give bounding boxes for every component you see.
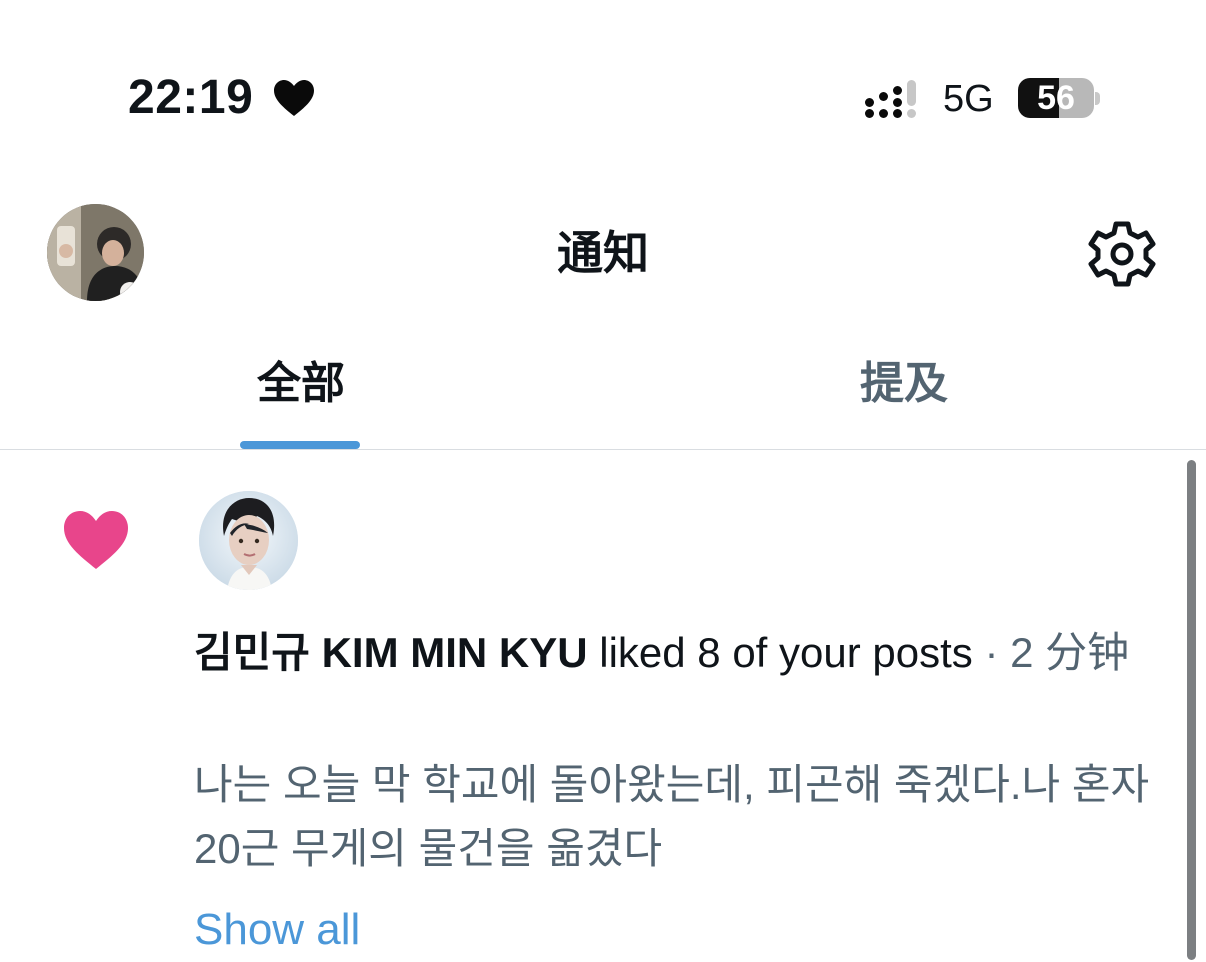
- user-avatar[interactable]: [199, 491, 298, 590]
- heart-icon: [64, 511, 128, 569]
- network-type: 5G: [943, 78, 994, 120]
- battery-level: 56: [1037, 79, 1075, 117]
- battery-cap: [1095, 92, 1100, 105]
- liked-post-preview: 나는 오늘 막 학교에 돌아왔는데, 피곤해 죽겠다.나 혼자 20근 무게의 …: [194, 761, 1150, 872]
- gear-icon[interactable]: [1088, 220, 1156, 288]
- notification-action: liked 8 of your posts: [599, 629, 973, 676]
- battery-icon: 56: [1018, 78, 1094, 118]
- notification-time: · 2 分钟: [984, 629, 1130, 676]
- page-title: 通知: [557, 227, 649, 279]
- scrollbar[interactable]: [1187, 460, 1196, 960]
- heart-icon: [274, 80, 314, 116]
- status-time: 22:19: [128, 71, 254, 124]
- notification-user-name[interactable]: 김민규 KIM MIN KYU: [194, 629, 588, 676]
- divider: [0, 449, 1206, 450]
- tab-mentions[interactable]: 提及: [804, 355, 1004, 413]
- show-all-link[interactable]: Show all: [194, 898, 360, 962]
- notification-text: 김민규 KIM MIN KYU liked 8 of your posts · …: [194, 621, 1174, 685]
- user-avatar-image: [199, 491, 298, 590]
- selected-tab-indicator: [240, 441, 360, 449]
- tab-all[interactable]: 全部: [201, 355, 401, 413]
- cellular-signal-icon: [865, 80, 916, 118]
